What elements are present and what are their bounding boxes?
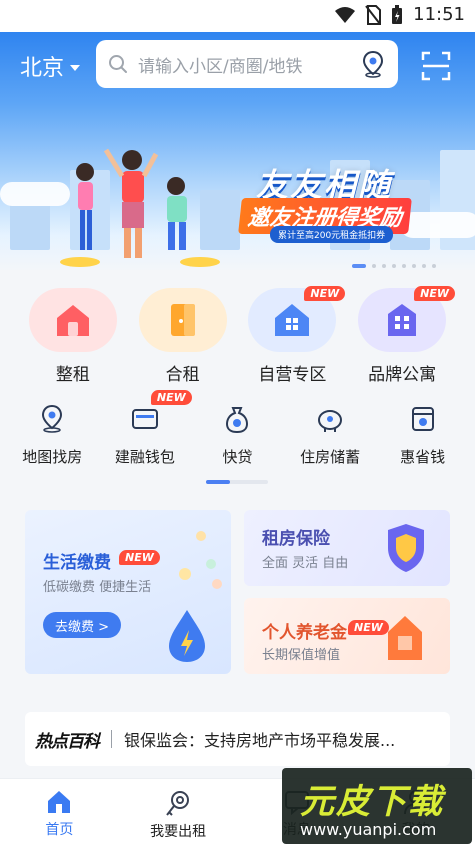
- nav-label: 首页: [45, 822, 74, 838]
- new-badge: NEW: [150, 390, 192, 405]
- subcategory-wallet[interactable]: NEW 建融钱包: [99, 390, 192, 467]
- card-subtitle: 全面 灵活 自由: [262, 556, 349, 571]
- category-self-operated[interactable]: NEW 自营专区: [242, 286, 346, 385]
- category-label: 品牌公寓: [368, 365, 437, 385]
- category-whole-rent[interactable]: 整租: [23, 288, 123, 385]
- pagination-dot[interactable]: [422, 264, 426, 268]
- location-pin-icon[interactable]: [360, 50, 386, 78]
- subcategory-save-money[interactable]: 惠省钱: [377, 402, 469, 467]
- card-subtitle: 长期保值增值: [262, 648, 341, 663]
- subcategory-map-search[interactable]: 地图找房: [6, 402, 98, 467]
- no-sim-icon: [365, 4, 382, 25]
- search-icon: [109, 55, 127, 73]
- subcategory-quick-loan[interactable]: 快贷: [191, 402, 283, 467]
- category-icon-bg: [28, 288, 117, 352]
- promo-note: 累计至高200元租金抵扣券: [270, 226, 394, 243]
- battery-icon: [392, 4, 403, 24]
- house-icon: [56, 305, 89, 336]
- city-selector[interactable]: 北京: [20, 50, 81, 82]
- pagination-dot[interactable]: [372, 264, 376, 268]
- category-brand-apartment[interactable]: NEW 品牌公寓: [352, 286, 455, 385]
- home-icon: [48, 791, 71, 813]
- category-label: 自营专区: [258, 365, 327, 385]
- hot-news-bar[interactable]: 热点百科 银保监会：支持房地产市场平稳发展...: [25, 712, 450, 766]
- shield-icon: [388, 524, 424, 572]
- banner-pagination: [352, 264, 436, 268]
- watermark: 元皮下载 www.yuanpi.com: [282, 768, 472, 844]
- category-icon-bg: [138, 288, 227, 352]
- sub-categories: 地图找房 NEW 建融钱包 快贷 住房储蓄 惠省钱: [0, 390, 475, 467]
- category-shared-rent[interactable]: 合租: [133, 288, 233, 385]
- card-title: 个人养老金: [262, 623, 347, 643]
- subcategory-label: 住房储蓄: [300, 448, 361, 466]
- nav-rent-out[interactable]: 我要出租: [119, 779, 238, 846]
- subcategory-label: 地图找房: [22, 448, 83, 466]
- promo-illustration: [60, 148, 220, 267]
- divider: [111, 730, 112, 748]
- house-piggy-icon: [388, 616, 422, 660]
- pagination-dot[interactable]: [352, 264, 366, 268]
- category-label: 合租: [165, 365, 200, 385]
- map-pin-icon: [42, 404, 63, 433]
- pagination-dot[interactable]: [392, 264, 396, 268]
- pagination-dot[interactable]: [382, 264, 386, 268]
- pay-button-label: 去缴费 >: [54, 619, 110, 635]
- news-tag: 热点百科: [35, 731, 100, 752]
- new-badge: NEW: [304, 286, 346, 301]
- key-icon: [166, 791, 190, 816]
- pagination-dot[interactable]: [412, 264, 416, 268]
- pagination-dot[interactable]: [432, 264, 436, 268]
- water-drop-icon: [169, 610, 205, 662]
- door-icon: [170, 304, 195, 336]
- new-badge: NEW: [414, 286, 455, 301]
- pay-button[interactable]: 去缴费 >: [43, 612, 121, 638]
- chevron-down-icon: [70, 65, 81, 71]
- status-bar: 11:51: [0, 0, 475, 32]
- category-label: 整租: [55, 365, 90, 385]
- subcategory-label: 快贷: [222, 448, 253, 466]
- subcategory-housing-savings[interactable]: 住房储蓄: [284, 402, 376, 467]
- search-placeholder: 请输入小区/商圈/地铁: [138, 56, 303, 77]
- discount-icon: [411, 407, 434, 431]
- subcategory-label: 惠省钱: [400, 448, 446, 466]
- search-bar[interactable]: 请输入小区/商圈/地铁: [96, 40, 398, 88]
- city-name: 北京: [20, 56, 65, 81]
- scroll-indicator: [206, 480, 268, 484]
- home-grid-icon: [275, 304, 310, 336]
- building-icon: [388, 304, 417, 336]
- piggy-bank-icon: [318, 410, 343, 432]
- wifi-icon: [335, 6, 356, 23]
- wallet-icon: [131, 409, 158, 429]
- card-title: 生活缴费: [43, 553, 111, 573]
- floating-icons: [179, 531, 222, 589]
- nav-home[interactable]: 首页: [0, 779, 119, 846]
- pension-card[interactable]: 个人养老金 NEW 长期保值增值: [244, 598, 450, 674]
- pagination-dot[interactable]: [402, 264, 406, 268]
- watermark-brand: 元皮下载: [300, 782, 444, 822]
- bill-payment-card[interactable]: 生活缴费 NEW 低碳缴费 便捷生活 去缴费 >: [25, 510, 231, 674]
- subcategory-label: 建融钱包: [114, 448, 175, 466]
- news-headline[interactable]: 银保监会：支持房地产市场平稳发展...: [124, 727, 440, 751]
- status-time: 11:51: [413, 4, 465, 25]
- nav-label: 我要出租: [150, 824, 207, 840]
- rental-insurance-card[interactable]: 租房保险 全面 灵活 自由: [244, 510, 450, 586]
- main-categories: 整租 合租 NEW 自营专区 NEW 品牌公寓: [0, 286, 475, 385]
- card-title: 租房保险: [262, 529, 330, 549]
- scan-icon[interactable]: [420, 50, 452, 82]
- watermark-url: www.yuanpi.com: [300, 820, 437, 839]
- card-subtitle: 低碳缴费 便捷生活: [43, 580, 152, 595]
- new-badge: NEW: [119, 550, 160, 565]
- money-bag-icon: [226, 407, 249, 434]
